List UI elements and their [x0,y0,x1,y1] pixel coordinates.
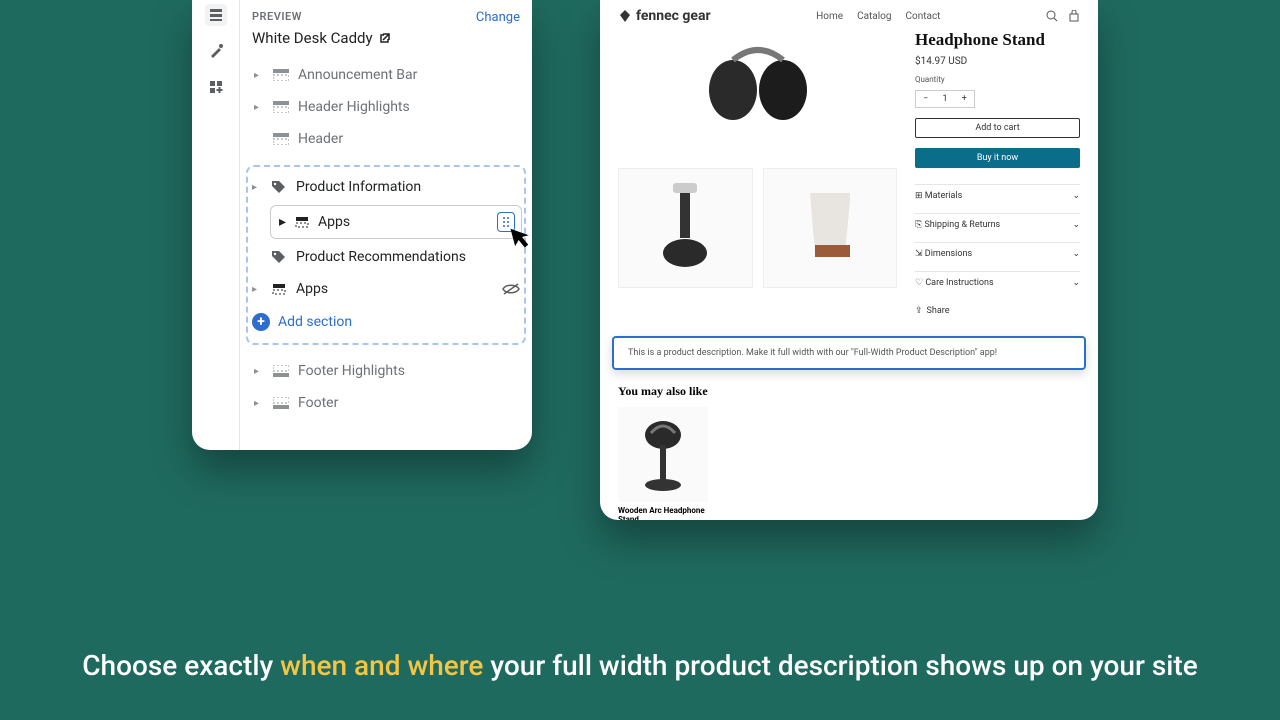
section-header[interactable]: ▸Header [252,123,520,155]
external-link-icon [379,32,391,44]
accordion-materials[interactable]: ⊞ Materials⌄ [915,184,1080,207]
sections-icon[interactable] [205,4,227,26]
section-footer-highlights[interactable]: ▸Footer Highlights [252,355,520,387]
add-section-button[interactable]: +Add section [250,305,522,339]
quantity-label: Quantity [915,75,1080,84]
buy-now-button[interactable]: Buy it now [915,148,1080,168]
marketing-caption: Choose exactly when and where your full … [0,646,1280,685]
left-iconbar [192,0,240,450]
product-main-image[interactable] [618,30,897,160]
apps-block-icon [294,215,310,229]
section-type-icon [272,396,290,410]
section-product-recommendations[interactable]: ▸Product Recommendations [250,241,522,273]
product-section: Headphone Stand $14.97 USD Quantity −1+ … [600,30,1098,316]
cart-icon[interactable] [1068,10,1080,22]
chevron-down-icon: ⌄ [1072,249,1080,259]
preview-label: PREVIEW [252,10,302,23]
section-product-information[interactable]: ▸Product Information [250,171,522,203]
nav-home[interactable]: Home [816,11,843,22]
qty-value: 1 [942,94,947,104]
store-brand[interactable]: fennec gear [618,8,711,24]
section-announcement-bar[interactable]: ▸Announcement Bar [252,59,520,91]
accordion-shipping[interactable]: ⎘ Shipping & Returns⌄ [915,213,1080,236]
full-width-description-box: This is a product description. Make it f… [612,336,1086,370]
search-icon[interactable] [1046,10,1058,22]
dashed-drop-zone: ▸Product Information ▸Apps ▸Product Reco… [246,165,526,345]
editor-body: PREVIEW Change White Desk Caddy ▸Announc… [240,0,532,450]
accordion-dimensions[interactable]: ⇲ Dimensions⌄ [915,242,1080,265]
section-header-highlights[interactable]: ▸Header Highlights [252,91,520,123]
change-link[interactable]: Change [476,10,520,25]
section-footer[interactable]: ▸Footer [252,387,520,419]
share-icon: ⇪ [915,306,923,316]
apps-block-icon [270,282,288,296]
chevron-down-icon: ⌄ [1072,191,1080,201]
recommendation-card[interactable]: Wooden Arc Headphone Stand $19.97 USD [618,407,708,520]
add-to-cart-button[interactable]: Add to cart [915,118,1080,138]
qty-plus[interactable]: + [962,94,967,104]
reco-image [618,407,708,502]
theme-editor-panel: PREVIEW Change White Desk Caddy ▸Announc… [192,0,532,450]
ymal-heading: You may also like [618,384,1080,399]
chevron-down-icon: ⌄ [1072,278,1080,288]
section-apps-2[interactable]: ▸Apps [250,273,522,305]
product-price: $14.97 USD [915,56,1080,67]
paint-icon[interactable] [205,40,227,62]
share-link[interactable]: ⇪Share [915,306,1080,316]
section-type-icon [272,100,290,114]
qty-minus[interactable]: − [923,94,928,104]
apps-icon[interactable] [205,76,227,98]
hidden-eye-icon[interactable] [502,282,520,296]
store-preview: fennec gear Home Catalog Contact Headpho… [600,0,1098,520]
you-may-also-like: You may also like Wooden Arc Headphone S… [600,370,1098,520]
nav-catalog[interactable]: Catalog [857,11,891,22]
section-type-icon [272,132,290,146]
section-type-icon [272,364,290,378]
reco-name: Wooden Arc Headphone Stand [618,506,708,520]
accordion-care[interactable]: ♡ Care Instructions⌄ [915,271,1080,294]
product-info-col: Headphone Stand $14.97 USD Quantity −1+ … [915,30,1080,316]
logo-icon [618,9,632,23]
quantity-stepper[interactable]: − 1 + [915,90,975,108]
preview-product-name[interactable]: White Desk Caddy [252,29,520,47]
plus-icon: + [252,313,270,331]
section-apps-selected[interactable]: ▸Apps [270,205,522,239]
product-thumb-2[interactable] [763,168,898,288]
chevron-down-icon: ⌄ [1072,220,1080,230]
tag-icon [270,250,288,264]
product-thumb-1[interactable] [618,168,753,288]
store-nav: Home Catalog Contact [816,11,940,22]
product-title: Headphone Stand [915,30,1080,50]
section-list: ▸Announcement Bar ▸Header Highlights ▸He… [252,59,520,419]
nav-contact[interactable]: Contact [906,11,941,22]
section-type-icon [272,68,290,82]
description-text: This is a product description. Make it f… [628,348,997,358]
tag-icon [270,180,288,194]
store-header: fennec gear Home Catalog Contact [600,0,1098,30]
